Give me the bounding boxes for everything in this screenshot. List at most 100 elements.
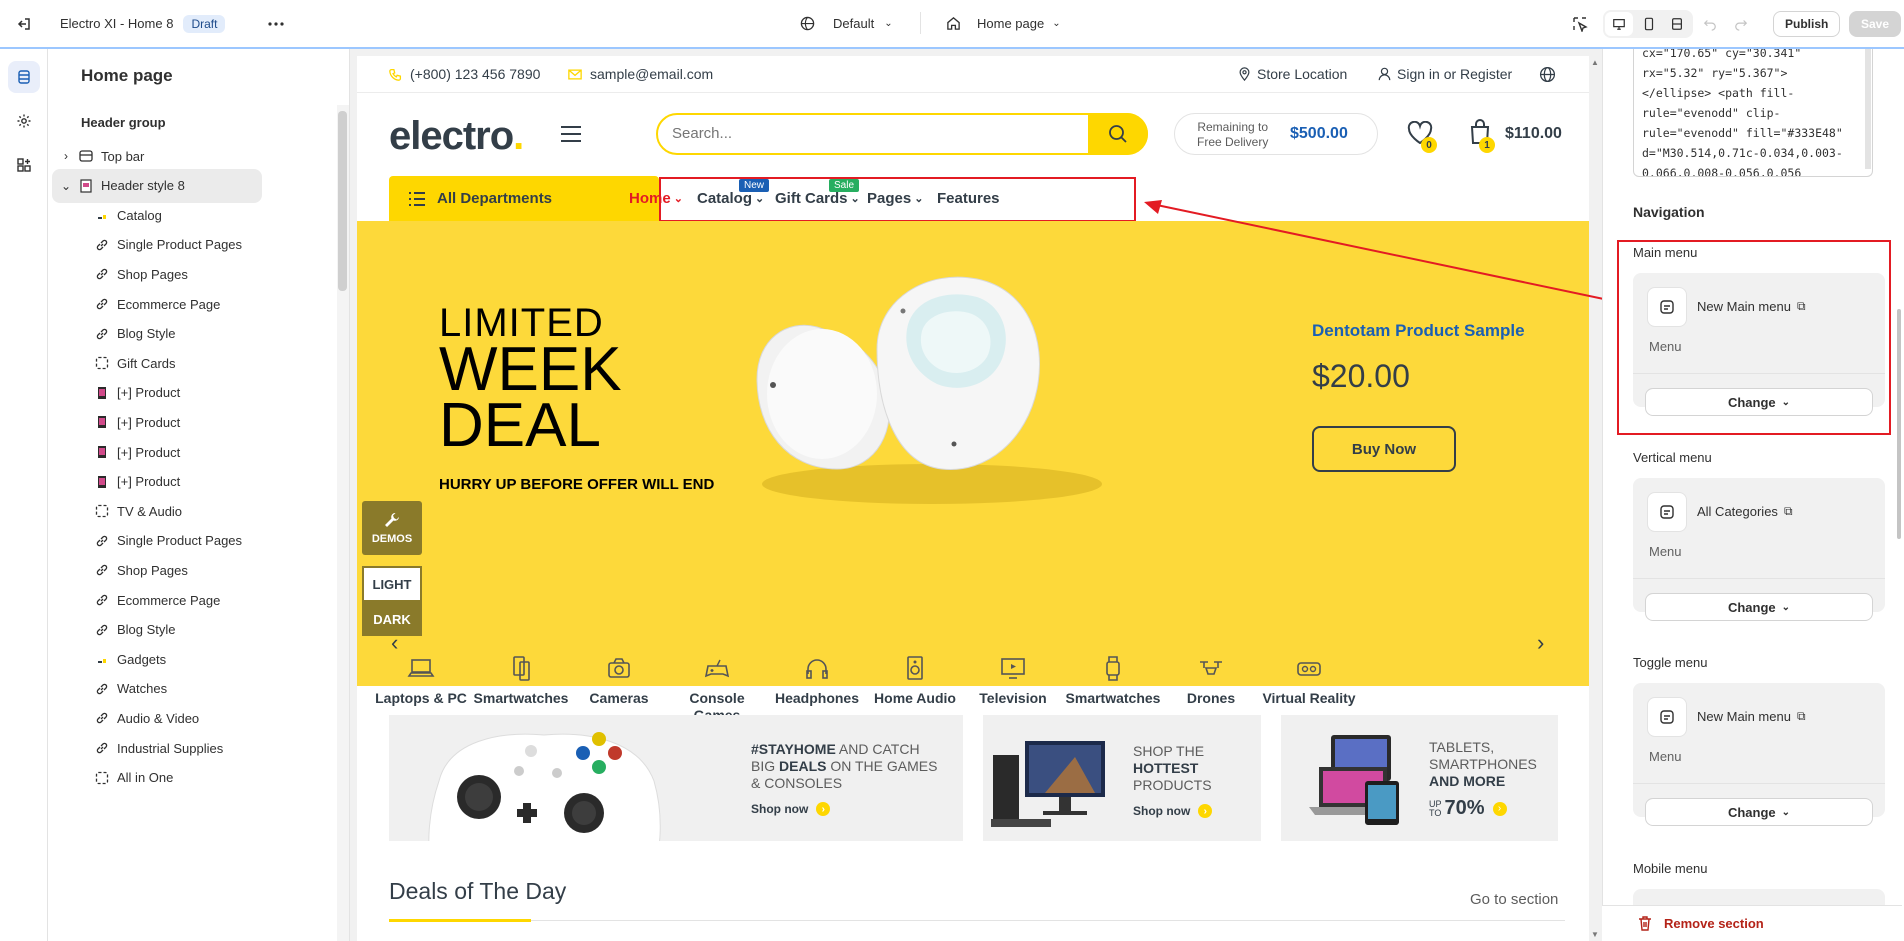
chevron-down-icon[interactable]: ⌄ <box>60 179 72 193</box>
scroll-up-icon[interactable]: ▲ <box>1591 58 1599 67</box>
desktop-icon[interactable] <box>1605 12 1633 36</box>
page-selector[interactable]: Home page ⌄ <box>946 0 1061 47</box>
arrow-right-icon: › <box>1492 801 1507 816</box>
remove-section-label: Remove section <box>1664 916 1764 931</box>
section-tree-label: Catalog <box>117 207 162 223</box>
toggle-menu-change-button[interactable]: Change ⌄ <box>1645 798 1873 826</box>
section-tree-label: Gift Cards <box>117 355 176 371</box>
email-link[interactable]: sample@email.com <box>568 66 713 82</box>
panel-scrollbar[interactable] <box>1897 309 1901 539</box>
section-tree-item[interactable]: All in One <box>48 761 338 795</box>
vertical-menu-name: All Categories <box>1697 504 1778 519</box>
page-selector-label: Home page <box>977 16 1045 31</box>
exit-icon[interactable] <box>16 0 32 47</box>
store-topbar: (+800) 123 456 7890 sample@email.com Sto… <box>357 56 1589 93</box>
settings-gear-icon[interactable] <box>8 105 40 137</box>
remove-section-bar: Remove section <box>1602 905 1902 941</box>
camera-icon <box>608 658 630 678</box>
carousel-next-icon[interactable]: › <box>1537 630 1544 656</box>
undo-icon[interactable] <box>1703 0 1717 47</box>
link-icon <box>94 296 110 312</box>
save-button[interactable]: Save <box>1849 10 1902 37</box>
publish-button[interactable]: Publish <box>1773 10 1841 37</box>
remove-section-button[interactable]: Remove section <box>1638 916 1764 931</box>
header-icon <box>78 178 94 194</box>
demos-button[interactable]: DEMOS <box>362 501 422 555</box>
promo-1-shop-now-link[interactable]: Shop now › <box>751 802 831 816</box>
annotation-highlight-box <box>659 177 1136 222</box>
code-line: rx="5.32" ry="5.367"> <box>1642 66 1788 80</box>
promo-3-line-2: SMARTPHONES <box>1429 756 1537 772</box>
code-line: cx="170.65" cy="30.341" <box>1642 49 1802 60</box>
store-search-input[interactable] <box>672 125 1072 142</box>
theme-selector[interactable]: Default ⌄ <box>800 0 893 47</box>
left-rail <box>0 49 48 941</box>
section-tree-label: Top bar <box>101 148 145 164</box>
more-actions-icon[interactable] <box>268 0 284 47</box>
promo-banner-products[interactable]: SHOP THE HOTTEST PRODUCTS Shop now › <box>983 715 1261 841</box>
sections-icon[interactable] <box>8 61 40 93</box>
hero-price: $20.00 <box>1312 358 1410 394</box>
wishlist-button[interactable]: 0 <box>1407 121 1437 153</box>
buy-now-button[interactable]: Buy Now <box>1312 426 1456 472</box>
category-tile[interactable]: Virtual Reality <box>1249 654 1369 707</box>
promo-3-discount[interactable]: UP TO 70% › <box>1429 797 1507 820</box>
promo-percent: 70% <box>1444 797 1485 819</box>
wishlist-count: 0 <box>1421 137 1437 153</box>
promo-banner-tablets[interactable]: TABLETS, SMARTPHONES AND MORE UP TO 70% › <box>1281 715 1558 841</box>
promo-2-line-3: PRODUCTS <box>1133 777 1212 793</box>
map-pin-icon <box>1239 67 1250 81</box>
mobile-icon[interactable] <box>1636 12 1662 36</box>
page-title: Home page <box>81 66 173 85</box>
apps-icon[interactable] <box>8 149 40 181</box>
link-icon <box>94 592 110 608</box>
shop-now-label: Shop now <box>751 802 809 816</box>
chevron-right-icon[interactable]: › <box>60 149 72 163</box>
code-scrollbar[interactable] <box>1865 49 1871 169</box>
navigation-heading: Navigation <box>1633 204 1705 220</box>
all-departments-button[interactable]: All Departments <box>389 176 659 221</box>
promo-banner-games[interactable]: #STAYHOME AND CATCH BIG DEALS ON THE GAM… <box>389 715 963 841</box>
logo-dot: . <box>513 114 524 158</box>
cart-button[interactable]: 1 <box>1469 119 1495 153</box>
canvas-scrollbar[interactable]: ▲ ▼ <box>1589 56 1602 941</box>
phone-link[interactable]: (+800) 123 456 7890 <box>389 66 540 82</box>
language-globe-icon[interactable] <box>1539 66 1556 83</box>
sidebar-scrollbar-thumb[interactable] <box>338 111 347 291</box>
vertical-menu-change-button[interactable]: Change ⌄ <box>1645 593 1873 621</box>
carousel-prev-icon[interactable]: ‹ <box>391 630 398 656</box>
vertical-menu-label: Vertical menu <box>1633 450 1712 465</box>
section-tree-item[interactable]: › Top bar <box>48 139 338 173</box>
go-to-section-link[interactable]: Go to section <box>1470 891 1558 908</box>
vertical-menu-link[interactable]: All Categories ⧉ <box>1697 504 1793 519</box>
promo-3-line-3: AND MORE <box>1429 773 1506 789</box>
thumb-icon <box>94 651 110 667</box>
free-delivery-box: Remaining to Free Delivery $500.00 <box>1174 113 1378 155</box>
code-line: 0.066,0.008-0.056,0.056 <box>1642 166 1802 177</box>
search-button[interactable] <box>1088 113 1148 155</box>
svg-code-editor[interactable]: cx="170.65" cy="30.341" rx="5.32" ry="5.3… <box>1633 49 1873 177</box>
link-icon <box>94 681 110 697</box>
redo-icon[interactable] <box>1734 0 1748 47</box>
light-mode-button[interactable]: LIGHT <box>362 566 422 602</box>
section-tree-label: Ecommerce Page <box>117 296 221 312</box>
hamburger-icon[interactable] <box>561 126 581 142</box>
user-icon <box>1378 67 1391 81</box>
store-logo[interactable]: electro. <box>389 114 524 159</box>
fullwidth-icon[interactable] <box>1664 12 1690 36</box>
hero-subline: HURRY UP BEFORE OFFER WILL END <box>439 476 715 493</box>
sign-in-link[interactable]: Sign in or Register <box>1378 66 1512 82</box>
section-tree-label: TV & Audio <box>117 503 183 519</box>
scroll-down-icon[interactable]: ▼ <box>1591 930 1599 939</box>
promo-2-shop-now-link[interactable]: Shop now › <box>1133 804 1213 818</box>
sign-in-text: Sign in or Register <box>1397 66 1513 82</box>
store-search <box>656 113 1148 155</box>
promo-1-line-3: & CONSOLES <box>751 775 843 791</box>
inspect-icon[interactable] <box>1572 0 1588 47</box>
hero-product-name[interactable]: Dentotam Product Sample <box>1312 321 1525 341</box>
store-location-link[interactable]: Store Location <box>1239 66 1347 82</box>
computer-image <box>991 741 1105 827</box>
menu-icon <box>1647 697 1687 737</box>
toggle-menu-link[interactable]: New Main menu ⧉ <box>1697 709 1806 724</box>
shop-now-label: Shop now <box>1133 804 1191 818</box>
